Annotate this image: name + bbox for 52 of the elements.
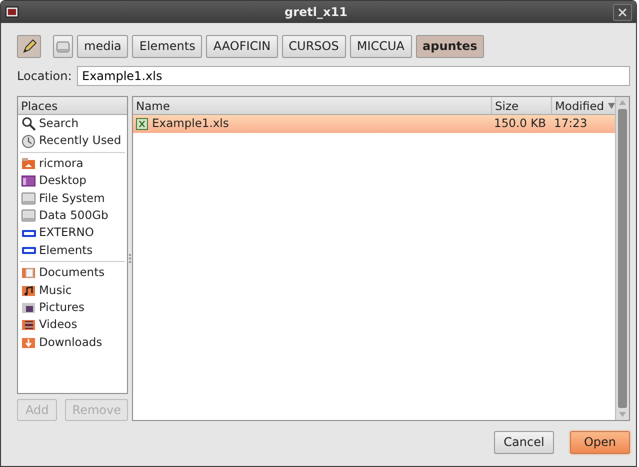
location-field[interactable]: Example1.xls [77, 66, 630, 86]
pictures-folder-icon [21, 300, 36, 316]
place-item[interactable]: Desktop [39, 172, 86, 190]
pane-handle-icon[interactable] [129, 254, 131, 263]
place-item[interactable]: Search [39, 115, 79, 132]
place-item[interactable]: Downloads [39, 334, 102, 351]
place-item[interactable]: Videos [39, 316, 78, 334]
edit-toggle-button[interactable] [17, 35, 41, 58]
place-item[interactable]: Data 500Gb [39, 207, 108, 224]
place-item[interactable]: File System [39, 190, 105, 207]
path-button[interactable]: media [77, 35, 128, 58]
close-button[interactable] [613, 4, 632, 20]
documents-folder-icon [21, 265, 36, 280]
path-button[interactable]: MICCUA [350, 35, 412, 58]
place-item[interactable]: Elements [39, 242, 93, 260]
search-icon [21, 116, 36, 132]
file-modified: 17:23 [553, 115, 588, 132]
place-item[interactable]: ricmora [39, 154, 84, 172]
clock-icon [21, 134, 36, 149]
file-size: 150.0 KB [493, 115, 548, 132]
window-title: gretl_x11 [284, 4, 348, 21]
column-header[interactable]: Size [491, 97, 551, 115]
scrollbar-thumb[interactable] [618, 109, 627, 408]
drive-icon [21, 208, 36, 224]
place-item[interactable]: Recently Used [39, 132, 122, 150]
desktop-icon [21, 173, 36, 188]
window-menu-icon[interactable] [5, 6, 19, 18]
spreadsheet-icon [136, 118, 148, 130]
path-button[interactable] [53, 35, 73, 58]
path-button[interactable]: CURSOS [282, 35, 346, 58]
drive-icon [56, 40, 70, 54]
pencil-icon [21, 38, 37, 55]
column-header[interactable]: Modified [551, 97, 615, 115]
home-folder-icon [21, 156, 36, 171]
place-item[interactable]: Pictures [39, 298, 85, 316]
path-button[interactable]: AAOFICIN [206, 35, 278, 58]
dialog-button[interactable]: Cancel [494, 431, 554, 454]
videos-folder-icon [21, 317, 36, 332]
place-item[interactable]: EXTERNO [39, 224, 94, 242]
place-item[interactable]: Music [39, 282, 72, 299]
close-icon [618, 8, 627, 16]
path-button[interactable]: Elements [132, 35, 202, 58]
dialog-button[interactable]: Open [570, 431, 630, 454]
location-label: Location: [17, 68, 69, 85]
drive-icon [21, 190, 36, 206]
path-button[interactable]: apuntes [416, 35, 484, 58]
file-row[interactable]: Example1.xls 150.0 KB 17:23 [133, 115, 615, 133]
place-item[interactable]: Documents [39, 264, 105, 282]
file-name: Example1.xls [152, 115, 229, 132]
column-header[interactable]: Name [133, 97, 491, 115]
places-header[interactable]: Places [18, 97, 127, 115]
scrollbar[interactable] [615, 97, 629, 420]
